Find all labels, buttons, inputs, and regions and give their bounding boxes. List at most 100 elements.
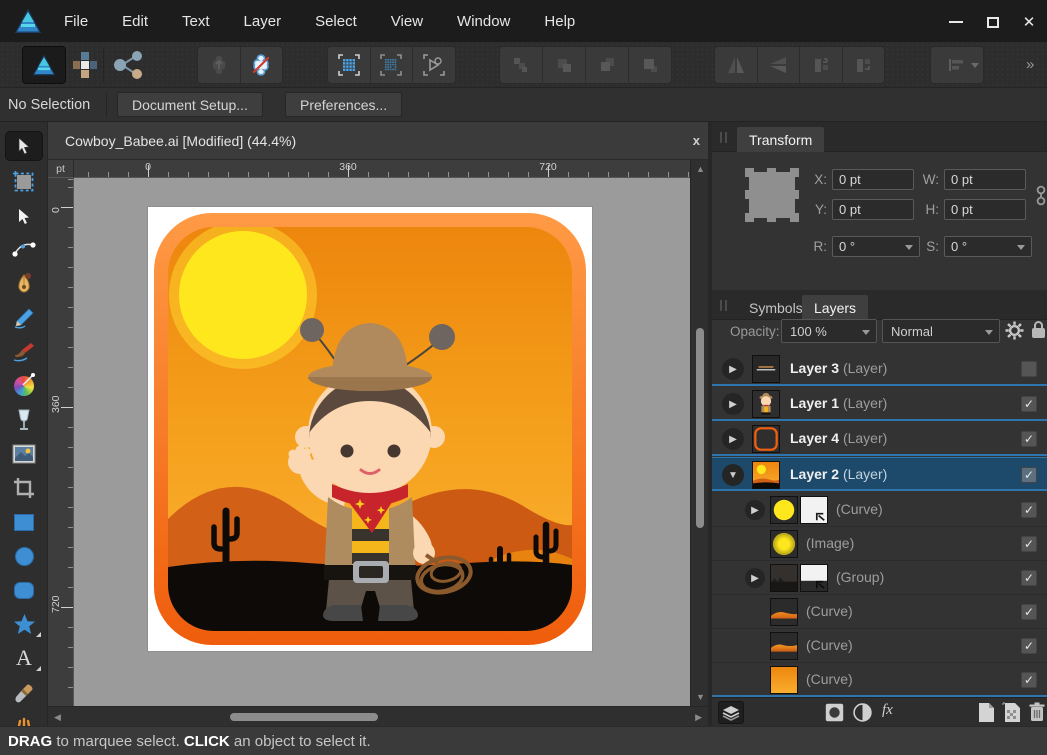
layer-visibility-checkbox[interactable]: ✓ bbox=[1021, 502, 1037, 518]
blend-mode-dropdown[interactable]: Normal bbox=[882, 319, 1000, 343]
snap-to-object-button[interactable] bbox=[413, 47, 455, 83]
colour-picker-tool[interactable] bbox=[5, 678, 43, 708]
adjustment-layer-icon[interactable] bbox=[853, 703, 872, 722]
layer-visibility-checkbox[interactable]: ✓ bbox=[1021, 604, 1037, 620]
menu-file[interactable]: File bbox=[64, 13, 88, 30]
menu-window[interactable]: Window bbox=[457, 13, 510, 30]
fill-tool[interactable] bbox=[5, 371, 43, 401]
pixel-snapping-button[interactable] bbox=[371, 47, 413, 83]
alignment-dropdown-button[interactable] bbox=[931, 47, 983, 83]
layer-visibility-checkbox[interactable]: ✓ bbox=[1021, 638, 1037, 654]
vertical-scrollbar[interactable]: ▲ ▼ bbox=[690, 160, 708, 706]
ellipse-tool[interactable] bbox=[5, 541, 43, 571]
scroll-left-arrow[interactable]: ◀ bbox=[54, 712, 61, 723]
layer-visibility-checkbox[interactable]: ✓ bbox=[1021, 467, 1037, 483]
minimize-button[interactable] bbox=[941, 12, 971, 32]
flip-horizontal-button[interactable] bbox=[715, 47, 757, 83]
horizontal-scroll-thumb[interactable] bbox=[230, 713, 378, 721]
artboard-tool[interactable] bbox=[5, 167, 43, 197]
transparency-tool[interactable] bbox=[5, 405, 43, 435]
pen-tool[interactable] bbox=[5, 269, 43, 299]
move-to-back-button[interactable] bbox=[500, 47, 542, 83]
new-pixel-layer-icon[interactable] bbox=[1002, 702, 1021, 723]
panel-grip-icon[interactable] bbox=[720, 132, 728, 143]
layer-row-curve-bg[interactable]: (Curve) ✓ bbox=[712, 663, 1047, 697]
document-tab[interactable]: Cowboy_Babee.ai [Modified] (44.4%) x bbox=[48, 122, 708, 160]
preferences-button[interactable]: Preferences... bbox=[285, 92, 402, 117]
scroll-down-arrow[interactable]: ▼ bbox=[696, 692, 705, 702]
document-setup-button[interactable]: Document Setup... bbox=[117, 92, 263, 117]
h-input[interactable] bbox=[944, 199, 1026, 220]
y-input[interactable] bbox=[832, 199, 914, 220]
layer-visibility-checkbox[interactable]: ✓ bbox=[1021, 536, 1037, 552]
expand-arrow-icon[interactable]: ▶ bbox=[745, 500, 765, 520]
vector-brush-tool[interactable] bbox=[5, 337, 43, 367]
layer-visibility-checkbox[interactable]: ✓ bbox=[1021, 570, 1037, 586]
point-transform-tool[interactable] bbox=[5, 235, 43, 265]
layer-row-image-sun[interactable]: (Image) ✓ bbox=[712, 527, 1047, 561]
menu-edit[interactable]: Edit bbox=[122, 13, 148, 30]
vertical-scroll-thumb[interactable] bbox=[696, 328, 704, 528]
pixel-persona-button[interactable] bbox=[72, 51, 98, 79]
lock-icon[interactable] bbox=[1032, 321, 1045, 338]
layer-row-layer3[interactable]: ▶ Layer 3 (Layer) bbox=[712, 352, 1047, 386]
node-tool[interactable] bbox=[5, 201, 43, 231]
forward-one-button[interactable] bbox=[586, 47, 628, 83]
layer-effects-button[interactable]: fx bbox=[882, 702, 893, 719]
mask-layer-icon[interactable] bbox=[825, 703, 844, 722]
menu-text[interactable]: Text bbox=[182, 13, 210, 30]
delete-layer-icon[interactable] bbox=[1029, 702, 1045, 722]
snapping-toggle-button[interactable] bbox=[328, 47, 370, 83]
expand-arrow-icon[interactable]: ▶ bbox=[745, 568, 765, 588]
insert-behind-button[interactable] bbox=[800, 47, 842, 83]
detach-symbol-button[interactable] bbox=[240, 47, 282, 83]
expand-arrow-icon[interactable]: ▶ bbox=[722, 393, 744, 415]
menu-view[interactable]: View bbox=[391, 13, 423, 30]
pencil-tool[interactable] bbox=[5, 303, 43, 333]
layer-row-group[interactable]: ▶ (Group) ✓ bbox=[712, 561, 1047, 595]
expand-arrow-icon[interactable]: ▶ bbox=[722, 428, 744, 450]
place-image-tool[interactable] bbox=[5, 439, 43, 469]
canvas-viewport[interactable] bbox=[74, 178, 690, 706]
flip-vertical-button[interactable] bbox=[758, 47, 800, 83]
layer-row-curve-dune2[interactable]: (Curve) ✓ bbox=[712, 629, 1047, 663]
close-button[interactable]: ✕ bbox=[1014, 12, 1044, 32]
tab-layers[interactable]: Layers bbox=[802, 295, 868, 320]
horizontal-scrollbar[interactable]: ◀ ▶ bbox=[48, 706, 708, 726]
star-tool[interactable] bbox=[5, 609, 43, 639]
scroll-right-arrow[interactable]: ▶ bbox=[695, 712, 702, 723]
layer-row-layer4[interactable]: ▶ Layer 4 (Layer) ✓ bbox=[712, 422, 1047, 456]
create-symbol-button[interactable] bbox=[198, 47, 240, 83]
move-tool[interactable] bbox=[5, 131, 43, 161]
menu-layer[interactable]: Layer bbox=[244, 13, 282, 30]
opacity-dropdown[interactable]: 100 % bbox=[781, 319, 877, 343]
insert-inside-button[interactable] bbox=[843, 47, 885, 83]
layer-row-layer2[interactable]: ▼ Layer 2 (Layer) ✓ bbox=[712, 457, 1047, 491]
rectangle-tool[interactable] bbox=[5, 507, 43, 537]
anchor-point-selector[interactable] bbox=[749, 172, 795, 218]
move-to-front-button[interactable] bbox=[629, 47, 671, 83]
menu-help[interactable]: Help bbox=[544, 13, 575, 30]
toolbar-overflow-chevron[interactable]: » bbox=[1026, 56, 1034, 73]
rotation-dropdown[interactable]: 0 ° bbox=[832, 236, 920, 257]
document-page[interactable] bbox=[148, 207, 592, 651]
layers-panel-options-button[interactable] bbox=[718, 701, 744, 724]
scroll-up-arrow[interactable]: ▲ bbox=[696, 164, 705, 174]
designer-persona-button[interactable] bbox=[22, 46, 66, 84]
new-layer-icon[interactable] bbox=[978, 702, 995, 723]
panel-grip-icon[interactable] bbox=[720, 300, 728, 311]
layer-row-curve-sun[interactable]: ▶ (Curve) ✓ bbox=[712, 493, 1047, 527]
artistic-text-tool[interactable]: A bbox=[5, 643, 43, 673]
blend-options-gear-icon[interactable] bbox=[1005, 321, 1024, 340]
layer-visibility-checkbox[interactable]: ✓ bbox=[1021, 431, 1037, 447]
ruler-unit-button[interactable]: pt bbox=[48, 160, 74, 178]
document-tab-close-icon[interactable]: x bbox=[693, 133, 700, 148]
rounded-rectangle-tool[interactable] bbox=[5, 575, 43, 605]
vector-crop-tool[interactable] bbox=[5, 473, 43, 503]
expand-arrow-icon[interactable]: ▶ bbox=[722, 358, 744, 380]
layer-row-layer1[interactable]: ▶ Layer 1 (Layer) ✓ bbox=[712, 387, 1047, 421]
layer-visibility-checkbox[interactable]: ✓ bbox=[1021, 672, 1037, 688]
tab-transform[interactable]: Transform bbox=[737, 127, 824, 152]
w-input[interactable] bbox=[944, 169, 1026, 190]
shear-dropdown[interactable]: 0 ° bbox=[944, 236, 1032, 257]
